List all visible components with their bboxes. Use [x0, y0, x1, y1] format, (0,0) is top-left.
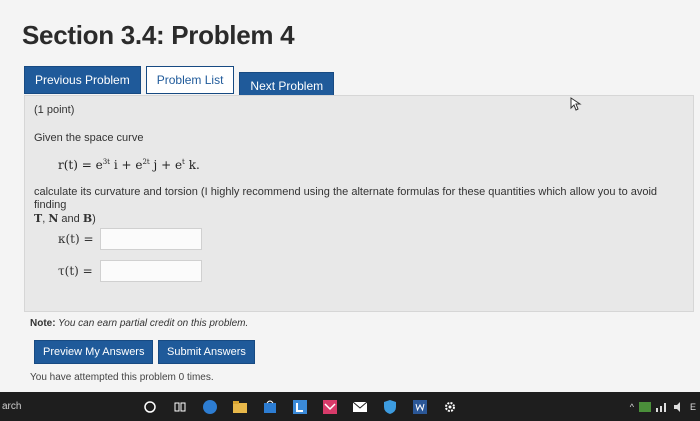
inbox-icon[interactable]: [352, 399, 368, 415]
curvature-row: κ(t) =: [58, 228, 202, 250]
note-label: Note:: [30, 318, 56, 329]
preview-answers-button[interactable]: Preview My Answers: [34, 340, 154, 364]
given-text: Given the space curve: [34, 132, 144, 144]
file-explorer-icon[interactable]: [232, 399, 248, 415]
instruction-text: calculate its curvature and torsion (I h…: [34, 186, 658, 225]
eq-lhs: r(t) = e: [58, 158, 103, 172]
page: Section 3.4: Problem 4 Previous Problem …: [0, 0, 700, 392]
submit-answers-button[interactable]: Submit Answers: [158, 340, 255, 364]
vector-b: B: [82, 212, 93, 225]
problem-list-button[interactable]: Problem List: [145, 66, 235, 94]
vector-n: N: [48, 212, 59, 225]
note-text: You can earn partial credit on this prob…: [55, 318, 249, 329]
eq-exp-1: 3t: [102, 158, 110, 166]
torsion-label: τ(t) =: [58, 264, 93, 278]
tray-language-text[interactable]: E: [690, 402, 696, 412]
eq-i: i + e: [110, 158, 143, 172]
torsion-row: τ(t) =: [58, 260, 202, 282]
system-tray: ^ E: [630, 401, 700, 412]
mail-app-icon[interactable]: [322, 399, 338, 415]
taskbar-search-box[interactable]: arch: [0, 401, 142, 412]
torsion-input[interactable]: [100, 260, 202, 282]
tray-chevron-icon[interactable]: ^: [630, 402, 634, 412]
vector-t: T: [34, 212, 43, 225]
store-icon[interactable]: [262, 399, 278, 415]
edge-browser-icon[interactable]: [202, 399, 218, 415]
cortana-icon[interactable]: [142, 399, 158, 415]
word-icon[interactable]: [412, 399, 428, 415]
instruction-and: and: [58, 213, 83, 225]
curve-equation: r(t) = e3t i + e2t j + et k.: [58, 158, 200, 172]
tray-volume-icon[interactable]: [673, 401, 685, 412]
curvature-input[interactable]: [100, 228, 202, 250]
tray-network-icon[interactable]: [655, 402, 668, 412]
eq-exp-2: 2t: [142, 158, 150, 166]
settings-gear-icon[interactable]: [442, 399, 458, 415]
eq-j: j + e: [149, 158, 183, 172]
instruction-main: calculate its curvature and torsion (I h…: [34, 186, 658, 211]
instruction-end: ): [92, 213, 96, 225]
shield-icon[interactable]: [382, 399, 398, 415]
tray-app-icon[interactable]: [638, 401, 651, 412]
learning-app-icon[interactable]: [292, 399, 308, 415]
eq-k: k.: [184, 158, 200, 172]
windows-taskbar: arch ^ E: [0, 392, 700, 421]
curvature-label: κ(t) =: [58, 232, 94, 246]
page-title: Section 3.4: Problem 4: [22, 20, 295, 50]
previous-problem-button[interactable]: Previous Problem: [24, 66, 141, 94]
mouse-cursor-icon: [570, 97, 582, 111]
problem-points: (1 point): [34, 104, 75, 116]
attempt-count-text: You have attempted this problem 0 times.: [30, 372, 214, 383]
partial-credit-note: Note: You can earn partial credit on thi…: [30, 318, 248, 329]
task-view-icon[interactable]: [172, 399, 188, 415]
